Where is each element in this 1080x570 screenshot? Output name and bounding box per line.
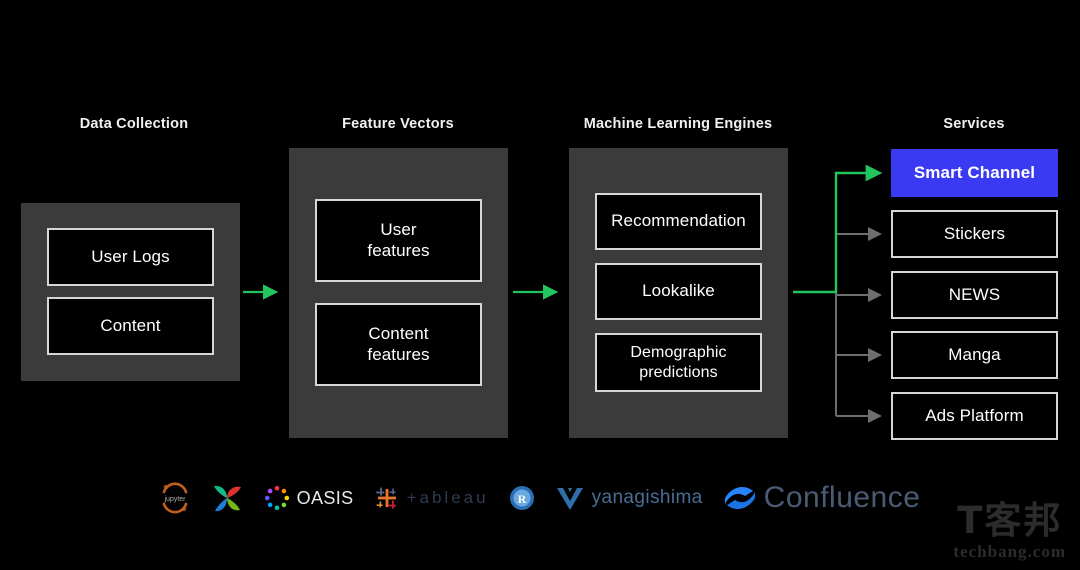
r-icon: R <box>509 486 534 510</box>
logo-strip: jupyter OASIS +ableau R yanagishima Conf… <box>0 472 1080 524</box>
oasis-logo-text: OASIS <box>296 487 354 508</box>
oasis-logo: OASIS <box>264 478 354 518</box>
confluence-logo: Confluence <box>723 478 921 518</box>
node-stickers[interactable]: Stickers <box>891 210 1058 258</box>
confluence-icon <box>724 486 755 510</box>
node-user-logs-label: User Logs <box>91 246 170 266</box>
node-demographic-predictions[interactable]: Demographic predictions <box>595 333 762 392</box>
node-news[interactable]: NEWS <box>891 271 1058 319</box>
panel-feature-vectors <box>289 148 508 438</box>
watermark: T客邦 techbang.com <box>953 502 1066 562</box>
node-smart-channel[interactable]: Smart Channel <box>891 149 1058 197</box>
node-manga-label: Manga <box>948 344 1001 364</box>
yanagishima-logo: yanagishima <box>555 478 703 518</box>
yanagishima-icon <box>556 488 583 510</box>
tableau-logo: +ableau <box>374 478 489 518</box>
column-title-data-collection: Data Collection <box>79 116 189 132</box>
oasis-icon <box>264 485 289 511</box>
airflow-logo <box>210 478 244 518</box>
arrow-to-smart-channel-highlighted <box>793 164 883 294</box>
yanagishima-logo-text: yanagishima <box>591 487 703 508</box>
jupyter-logo: jupyter <box>160 478 190 518</box>
node-ads-platform-label: Ads Platform <box>925 405 1024 425</box>
confluence-logo-text: Confluence <box>763 481 921 514</box>
column-title-services: Services <box>943 116 1005 132</box>
node-recommendation[interactable]: Recommendation <box>595 193 762 250</box>
airflow-icon <box>213 485 241 512</box>
diagram-canvas: Data Collection Feature Vectors Machine … <box>0 0 1080 570</box>
column-title-feature-vectors: Feature Vectors <box>342 116 454 132</box>
svg-text:R: R <box>517 492 526 506</box>
node-content-features-label: Content features <box>367 323 430 364</box>
r-logo: R <box>509 478 535 518</box>
node-user-logs[interactable]: User Logs <box>47 228 214 286</box>
node-stickers-label: Stickers <box>943 223 1006 243</box>
column-title-ml-engines: Machine Learning Engines <box>583 116 773 132</box>
tableau-logo-text: +ableau <box>406 488 489 507</box>
jupyter-icon: jupyter <box>162 482 187 514</box>
node-lookalike-label: Lookalike <box>642 281 715 301</box>
node-user-features-label: User features <box>367 219 430 260</box>
node-content[interactable]: Content <box>47 297 214 355</box>
node-recommendation-label: Recommendation <box>611 211 746 231</box>
watermark-chinese: T客邦 <box>957 499 1063 542</box>
tableau-icon <box>375 487 396 509</box>
node-ads-platform[interactable]: Ads Platform <box>891 392 1058 440</box>
node-demographic-predictions-label: Demographic predictions <box>630 343 727 381</box>
node-manga[interactable]: Manga <box>891 331 1058 379</box>
svg-text:jupyter: jupyter <box>163 496 186 503</box>
node-user-features[interactable]: User features <box>315 199 482 282</box>
node-news-label: NEWS <box>948 284 1001 304</box>
node-smart-channel-label: Smart Channel <box>913 162 1036 182</box>
node-content-features[interactable]: Content features <box>315 303 482 386</box>
node-lookalike[interactable]: Lookalike <box>595 263 762 320</box>
node-content-label: Content <box>100 315 161 335</box>
watermark-latin: techbang.com <box>953 542 1066 561</box>
